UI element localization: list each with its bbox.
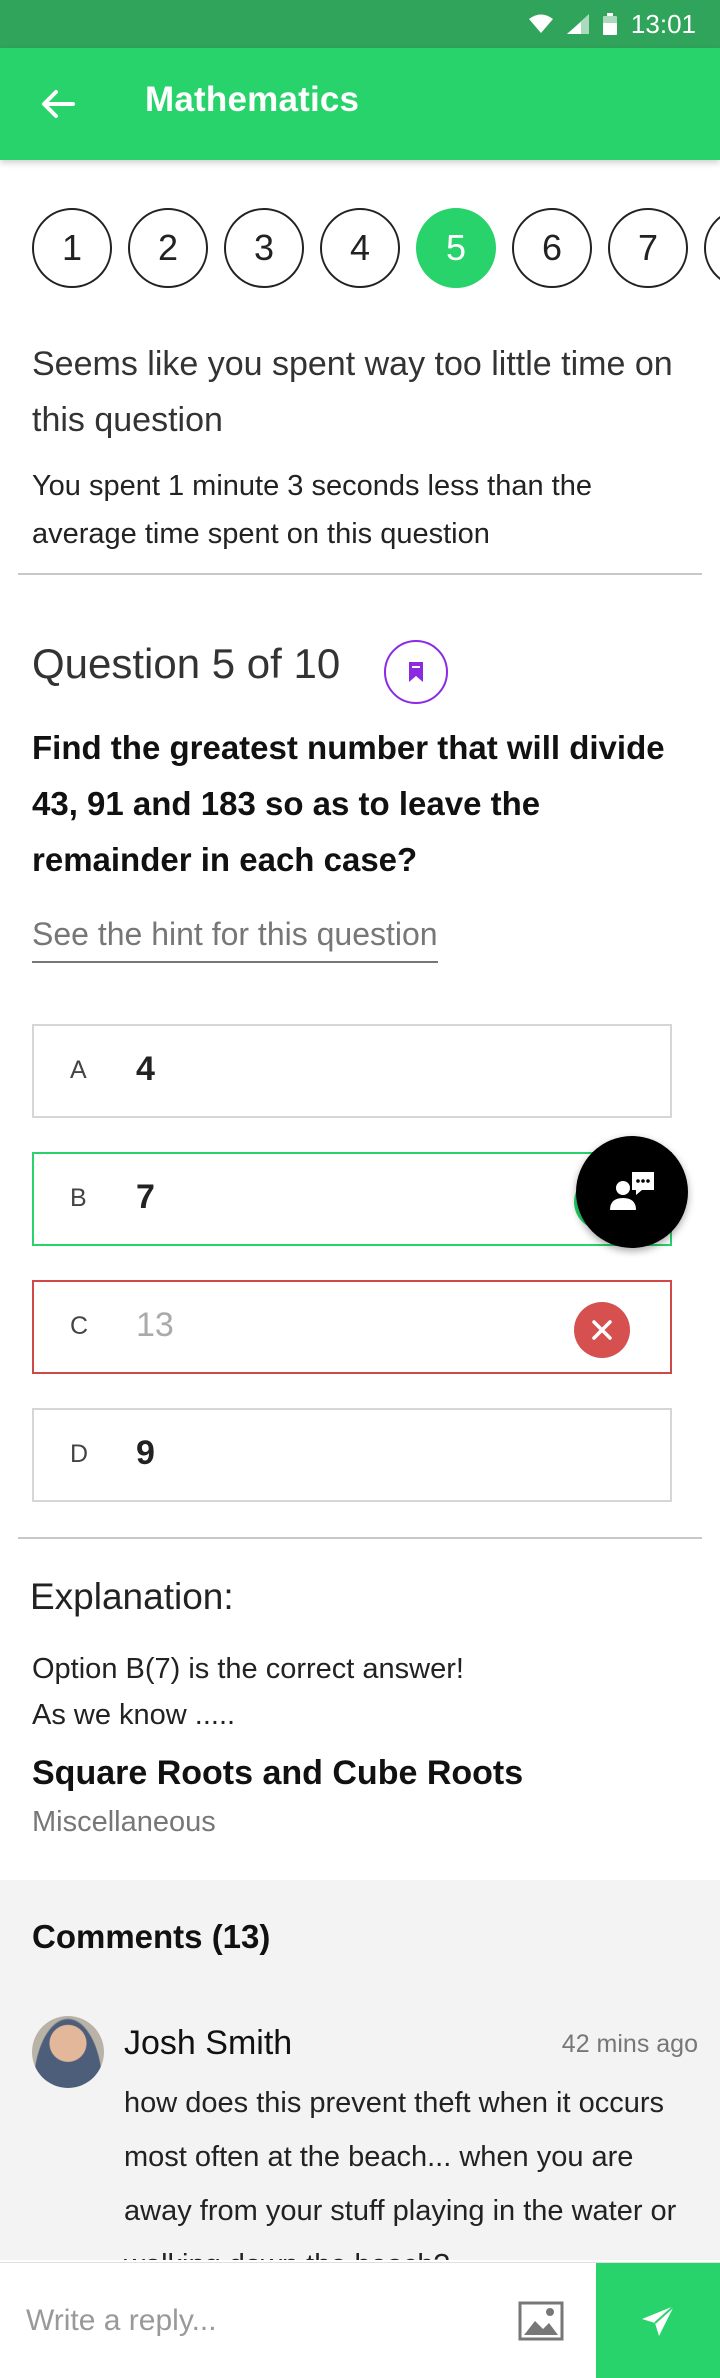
question-number-strip[interactable]: 1 2 3 4 5 6 7 8 xyxy=(32,208,720,288)
option-value: 9 xyxy=(136,1434,155,1472)
back-button[interactable] xyxy=(30,76,86,132)
option-value: 7 xyxy=(136,1178,155,1216)
topic-title: Square Roots and Cube Roots xyxy=(32,1754,524,1792)
bookmark-button[interactable] xyxy=(384,640,448,704)
comment-timestamp: 42 mins ago xyxy=(561,2030,698,2058)
explanation-text: Option B(7) is the correct answer! As we… xyxy=(32,1646,672,1738)
explanation-line: Option B(7) is the correct answer! xyxy=(32,1653,464,1685)
question-number-1[interactable]: 1 xyxy=(32,208,112,288)
status-bar: 13:01 xyxy=(0,0,720,48)
option-letter: A xyxy=(70,1056,87,1084)
time-feedback-detail: You spent 1 minute 3 seconds less than t… xyxy=(32,470,592,550)
image-icon xyxy=(518,2301,564,2341)
question-number-6[interactable]: 6 xyxy=(512,208,592,288)
divider xyxy=(18,573,702,575)
explanation-line: As we know ..... xyxy=(32,1699,236,1731)
user-chat-icon xyxy=(610,1172,654,1210)
avatar[interactable] xyxy=(32,2016,104,2088)
question-number-4[interactable]: 4 xyxy=(320,208,400,288)
question-text: Find the greatest number that will divid… xyxy=(32,729,665,878)
option-letter: D xyxy=(70,1440,89,1468)
comments-title: Comments (13) xyxy=(32,1918,271,1955)
option-c[interactable]: C 13 xyxy=(32,1280,672,1374)
question-number-7[interactable]: 7 xyxy=(608,208,688,288)
option-a[interactable]: A 4 xyxy=(32,1024,672,1118)
question-counter: Question 5 of 10 xyxy=(32,640,341,687)
send-button[interactable] xyxy=(596,2263,720,2378)
option-value: 13 xyxy=(136,1306,174,1344)
arrow-left-icon xyxy=(42,90,75,118)
status-time: 13:01 xyxy=(630,8,696,39)
signal-icon xyxy=(566,14,589,34)
app-bar: Mathematics xyxy=(0,48,720,160)
wifi-icon xyxy=(528,14,553,33)
battery-icon xyxy=(602,13,617,35)
reply-input[interactable] xyxy=(26,2297,496,2345)
comments-section: Comments (13) Josh Smith 42 mins ago how… xyxy=(0,1880,720,2260)
bookmark-icon xyxy=(409,662,423,682)
question-number-2[interactable]: 2 xyxy=(128,208,208,288)
comment-text: how does this prevent theft when it occu… xyxy=(124,2087,677,2260)
attach-image-button[interactable] xyxy=(518,2301,564,2341)
question-number-3[interactable]: 3 xyxy=(224,208,304,288)
topic-subtitle: Miscellaneous xyxy=(32,1806,216,1838)
wrong-answer-icon xyxy=(574,1302,630,1358)
divider xyxy=(18,1537,702,1539)
question-number-5-active[interactable]: 5 xyxy=(416,208,496,288)
discussion-fab-button[interactable] xyxy=(576,1136,688,1248)
option-value: 4 xyxy=(136,1050,155,1088)
comment-author[interactable]: Josh Smith xyxy=(124,2024,292,2063)
send-icon xyxy=(642,2305,675,2336)
explanation-title: Explanation: xyxy=(30,1576,234,1617)
page-title: Mathematics xyxy=(145,80,360,119)
reply-bar xyxy=(0,2262,720,2378)
hint-link[interactable]: See the hint for this question xyxy=(32,916,438,963)
option-letter: B xyxy=(70,1184,87,1212)
question-number-8[interactable]: 8 xyxy=(704,208,720,288)
option-d[interactable]: D 9 xyxy=(32,1408,672,1502)
status-icons: 13:01 xyxy=(528,0,696,48)
time-feedback-heading: Seems like you spent way too little time… xyxy=(32,345,673,439)
option-letter: C xyxy=(70,1312,89,1340)
close-icon xyxy=(592,1320,612,1340)
